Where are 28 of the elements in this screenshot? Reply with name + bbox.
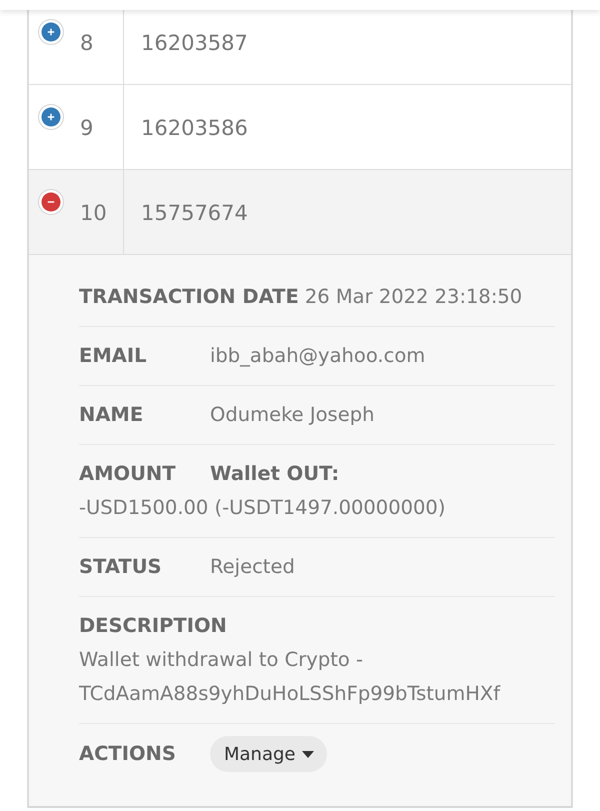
field-label: DESCRIPTION [79,613,227,639]
field-label: NAME [79,402,144,428]
row-number: 9 [80,115,94,142]
transaction-type: Wallet OUT: [210,461,340,487]
field-value: Wallet withdrawal to Crypto - TCdAamA88s9yhDuHoLSShFp99bTstumHXf [79,647,502,707]
plus-icon[interactable] [38,104,64,130]
field-value: Rejected [210,554,295,580]
dropdown-button[interactable]: Manage [210,736,326,772]
transaction-id: 16203586 [141,116,248,140]
field-value: 26 Mar 2022 23:18:50 [304,284,522,310]
field-label: STATUS [79,554,163,580]
table-row[interactable]: 10 15757674 [29,170,571,255]
row-number: 10 [80,200,107,227]
transaction-id: 16203587 [141,31,248,55]
field-label: TRANSACTION DATE [79,284,299,310]
field-value: -USD1500.00 (-USDT1497.00000000) [79,495,446,521]
caret-icon [302,750,314,758]
field-label: EMAIL [79,343,148,369]
table-row[interactable]: 8 16203587 [29,10,571,85]
plus-icon[interactable] [38,19,64,45]
field-value: ibb_abah@yahoo.com [210,343,426,369]
row-number: 8 [80,30,94,57]
minus-icon[interactable] [38,189,64,215]
field-value: Odumeke Joseph [210,402,374,428]
field-label: AMOUNT [79,461,177,487]
table-row[interactable]: 9 16203586 [29,85,571,170]
transaction-id: 15757674 [141,201,248,225]
field-label: ACTIONS [79,741,177,767]
